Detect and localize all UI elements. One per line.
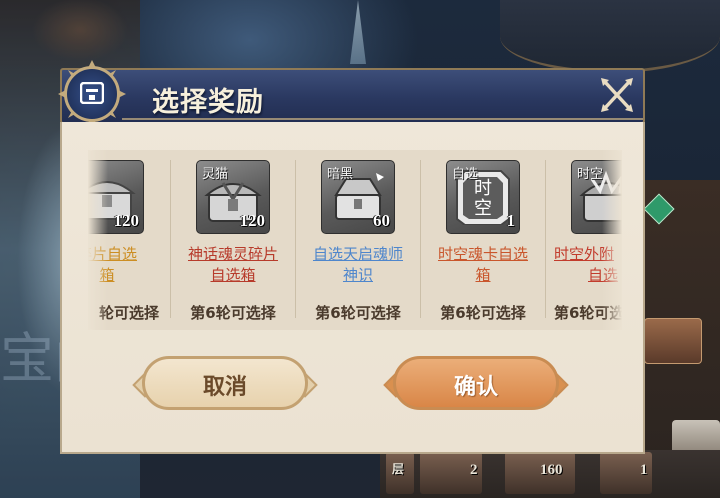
reward-option[interactable]: 暗黑 60 自选天启魂师 神识 第6轮可选择 bbox=[296, 150, 420, 330]
reward-name: 神话魂灵碎片 自选箱 bbox=[187, 245, 278, 284]
background-slot-count: 2 bbox=[470, 462, 478, 478]
treasure-chest-emblem-icon bbox=[58, 60, 126, 128]
reward-unlock-round: 第6轮可选 bbox=[554, 304, 622, 322]
background-slot-tag: 层 bbox=[392, 462, 405, 476]
reward-count: 120 bbox=[113, 211, 140, 230]
reward-count: 1 bbox=[506, 211, 516, 230]
reward-name: 自选天启魂师 神识 bbox=[312, 245, 403, 284]
reward-count: 120 bbox=[239, 211, 266, 230]
reward-count: 60 bbox=[373, 211, 390, 230]
reward-name: 碎片自选箱 bbox=[88, 245, 137, 284]
chest-icon: 时空 bbox=[571, 160, 622, 234]
reward-option[interactable]: 120 碎片自选箱 轮可选择 bbox=[88, 150, 169, 330]
reward-tag: 时空 bbox=[577, 167, 604, 182]
card-face-text: 时空 bbox=[474, 178, 492, 219]
background-chest-icon bbox=[644, 318, 702, 364]
reward-tag: 灵猫 bbox=[202, 167, 229, 182]
background-slot-count: 1 bbox=[640, 462, 648, 478]
dialog-title: 选择奖励 bbox=[152, 87, 264, 118]
reward-tag: 暗黑 bbox=[327, 167, 354, 182]
reward-option[interactable]: 灵猫 120 神话魂灵碎片 自选箱 第6轮可选择 bbox=[171, 150, 295, 330]
card-icon: 自选 时空 1 bbox=[446, 160, 520, 234]
cancel-button[interactable]: 取消 bbox=[132, 356, 318, 410]
chest-icon: 灵猫 120 bbox=[196, 160, 270, 234]
cancel-button-label: 取消 bbox=[202, 375, 247, 400]
reward-option[interactable]: 自选 时空 1 时空魂卡自选箱 第6轮可选择 bbox=[421, 150, 545, 330]
chest-icon: 120 bbox=[88, 160, 144, 234]
close-button[interactable] bbox=[597, 76, 637, 114]
reward-unlock-round: 轮可选择 bbox=[98, 304, 159, 322]
confirm-button[interactable]: 确认 bbox=[383, 356, 569, 410]
reward-name: 时空外附 自选 bbox=[554, 245, 619, 284]
confirm-button-label: 确认 bbox=[453, 375, 498, 400]
reward-unlock-round: 第6轮可选择 bbox=[440, 304, 526, 322]
dialog-header: 选择奖励 bbox=[60, 68, 645, 124]
reward-name: 时空魂卡自选箱 bbox=[437, 245, 528, 284]
background-slot-count: 160 bbox=[540, 462, 563, 478]
close-x-icon bbox=[601, 78, 633, 112]
chest-icon: 暗黑 60 bbox=[321, 160, 395, 234]
background-arch bbox=[500, 0, 720, 73]
reward-unlock-round: 第6轮可选择 bbox=[315, 304, 401, 322]
reward-unlock-round: 第6轮可选择 bbox=[190, 304, 276, 322]
reward-option[interactable]: 时空 时空外附 自选 第6轮可选 bbox=[546, 150, 622, 330]
reward-carousel[interactable]: 120 碎片自选箱 轮可选择 灵猫 120 神话魂灵碎片自选箱 第6轮可选择 bbox=[88, 150, 622, 330]
